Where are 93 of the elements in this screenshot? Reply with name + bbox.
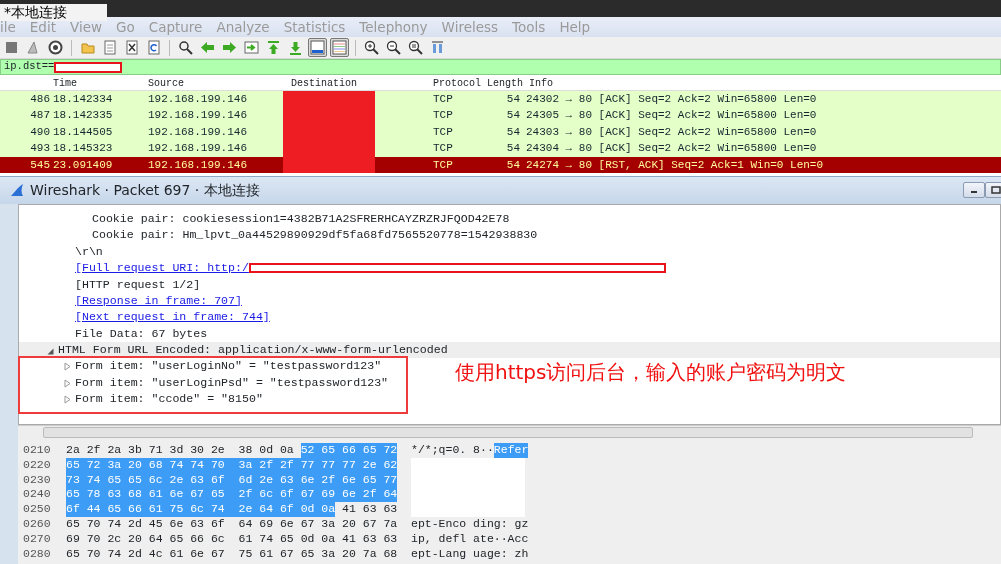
hex-ascii: ept-Enco ding: gz (411, 516, 529, 532)
colorize-icon[interactable] (330, 38, 349, 57)
tree-item: [HTTP request 1/2] (75, 276, 201, 293)
go-to-packet-icon[interactable] (242, 38, 261, 57)
packet-number: 490 (29, 124, 50, 140)
packet-number: 487 (29, 108, 50, 124)
tree-item: HTML Form URL Encoded: application/x-www-form-urlencoded (58, 342, 448, 359)
filter-field[interactable]: ip.dst== (0, 59, 1001, 75)
hex-ascii: ip, defl ate··Acc (411, 531, 529, 547)
tree-item: File Data: 67 bytes (75, 325, 208, 342)
scrollbar[interactable] (43, 427, 973, 439)
tree-item: Cookie pair: Hm_lpvt_0a44529890929df5fa68fd7565520778=1542938830 (92, 227, 538, 244)
hex-bytes: 65 78 63 68 61 6e 67 65 2f 6c 6f 67 69 6e 2f 64 (66, 487, 398, 503)
collapsed-arrow-icon[interactable] (64, 394, 71, 404)
hex-offset: 0240 (22, 487, 52, 503)
collapsed-arrow-icon[interactable] (64, 378, 71, 388)
packet-time: 18.145323 (53, 141, 114, 157)
packet-source: 192.168.199.146 (148, 141, 249, 157)
hex-offset: 0230 (22, 472, 52, 488)
packet-length: 54 (505, 141, 520, 157)
packet-info: 24305 → 80 [ACK] Seq=2 Ack=2 Win=65800 Len=0 (526, 108, 818, 124)
search-icon[interactable] (176, 38, 195, 57)
packet-protocol: TCP (433, 124, 454, 140)
maximize-icon (991, 186, 1001, 195)
packet-source: 192.168.199.146 (148, 108, 249, 124)
hex-bytes: 69 70 2c 20 64 65 66 6c 61 74 65 0d 0a 41 63 63 (66, 531, 398, 547)
zoom-in-icon[interactable] (362, 38, 381, 57)
packet-info: 24274 → 80 [RST, ACK] Seq=2 Ack=1 Win=0 Len=0 (526, 157, 825, 173)
link[interactable]: [Full request URI: http:/ (75, 260, 249, 277)
packet-row[interactable]: 486 18.142334 192.168.199.146 TCP 54 24302 → 80 [ACK] Seq=2 Ack=2 Win=65800 Len=0 (0, 91, 1001, 108)
packet-protocol: TCP (433, 141, 454, 157)
packet-time: 18.142335 (53, 108, 114, 124)
packet-source: 192.168.199.146 (148, 92, 249, 107)
hex-bytes: 2a 2f 2a 3b 71 3d 30 2e 38 0d 0a (66, 442, 295, 458)
zoom-reset-icon[interactable] (406, 38, 425, 57)
packet-length: 54 (505, 108, 520, 124)
packet-protocol: TCP (433, 108, 454, 124)
packet-info: 24303 → 80 [ACK] Seq=2 Ack=2 Win=65800 Len=0 (526, 124, 818, 140)
column-header[interactable]: Source (148, 76, 291, 90)
packet-number: 493 (29, 141, 50, 157)
minimize-button[interactable] (963, 182, 985, 199)
link[interactable]: [Next request in frame: 744] (75, 309, 270, 326)
collapsed-arrow-icon[interactable] (64, 362, 71, 372)
hex-ascii: Refer (493, 442, 529, 458)
column-header[interactable]: Destination (291, 76, 433, 90)
tree-item: \r\n (75, 243, 103, 260)
shark-fin-icon (10, 183, 24, 198)
zoom-out-icon[interactable] (384, 38, 403, 57)
column-header[interactable]: Protocol (433, 76, 487, 90)
packet-length: 54 (505, 92, 520, 107)
packet-length: 54 (505, 124, 520, 140)
packet-time: 18.144505 (53, 124, 114, 140)
hex-ascii: */*;q=0. 8·· (411, 442, 494, 458)
packet-row[interactable]: 493 18.145323 192.168.199.146 TCP 54 24304 → 80 [ACK] Seq=2 Ack=2 Win=65800 Len=0 (0, 140, 1001, 157)
hex-offset: 0220 (22, 457, 52, 473)
packet-source: 192.168.199.146 (148, 157, 249, 173)
tree-item: Form item: "userLoginNo" = "testpassword123" (75, 358, 382, 375)
tree-item: Form item: "ccode" = "8150" (75, 391, 263, 408)
link[interactable]: [Response in frame: 707] (75, 292, 242, 310)
dialog-title: Wireshark · Packet 697 · 本地连接 (30, 180, 261, 200)
column-header[interactable]: Length (487, 76, 529, 90)
column-header[interactable]: Time (53, 76, 148, 90)
hex-offset: 0270 (22, 531, 52, 547)
column-header[interactable]: Info (529, 76, 829, 90)
tree-item: Form item: "userLoginPsd" = "testpassword123" (75, 374, 389, 391)
hex-bytes: 52 65 66 65 72 (300, 442, 398, 458)
packet-number: 545 (29, 157, 50, 173)
packet-time: 23.091409 (53, 157, 114, 173)
window-title: *本地连接 (0, 4, 107, 21)
hex-bytes: 65 72 3a 20 68 74 74 70 3a 2f 2f 77 77 77 2e 62 (66, 457, 398, 473)
hex-offset: 0260 (22, 516, 52, 532)
packet-source: 192.168.199.146 (148, 124, 249, 140)
gear-icon[interactable] (46, 38, 65, 57)
hex-bytes: 6f 44 65 66 61 75 6c 74 2e 64 6f 0d 0a (66, 502, 336, 517)
hex-bytes: 41 63 63 (341, 502, 398, 517)
packet-info: 24304 → 80 [ACK] Seq=2 Ack=2 Win=65800 Len=0 (526, 141, 818, 157)
maximize-button[interactable] (985, 182, 1001, 199)
hex-offset: 0210 (22, 442, 52, 458)
packet-protocol: TCP (433, 157, 454, 173)
packet-info: 24302 → 80 [ACK] Seq=2 Ack=2 Win=65800 Len=0 (526, 92, 818, 107)
annotation-text: 使用https访问后台，输入的账户密码为明文 (455, 358, 847, 386)
hex-ascii: ept-Lang uage: zh (411, 546, 529, 562)
packet-row[interactable]: 487 18.142335 192.168.199.146 TCP 54 24305 → 80 [ACK] Seq=2 Ack=2 Win=65800 Len=0 (0, 107, 1001, 124)
auto-scroll-icon[interactable] (308, 38, 327, 57)
hex-offset: 0250 (22, 502, 52, 517)
packet-number: 486 (29, 92, 50, 107)
hex-bytes: 65 70 74 2d 45 6e 63 6f 64 69 6e 67 3a 20 67 7a (66, 516, 398, 532)
packet-time: 18.142334 (53, 92, 114, 107)
packet-protocol: TCP (433, 92, 454, 107)
tree-item: Cookie pair: cookiesession1=4382B71A2SFRERHCAYZRZRJFQOD42E78 (92, 210, 510, 227)
packet-length: 54 (505, 157, 520, 173)
hex-offset: 0280 (22, 546, 52, 562)
hex-bytes: 65 70 74 2d 4c 61 6e 67 75 61 67 65 3a 20 7a 68 (66, 546, 398, 562)
